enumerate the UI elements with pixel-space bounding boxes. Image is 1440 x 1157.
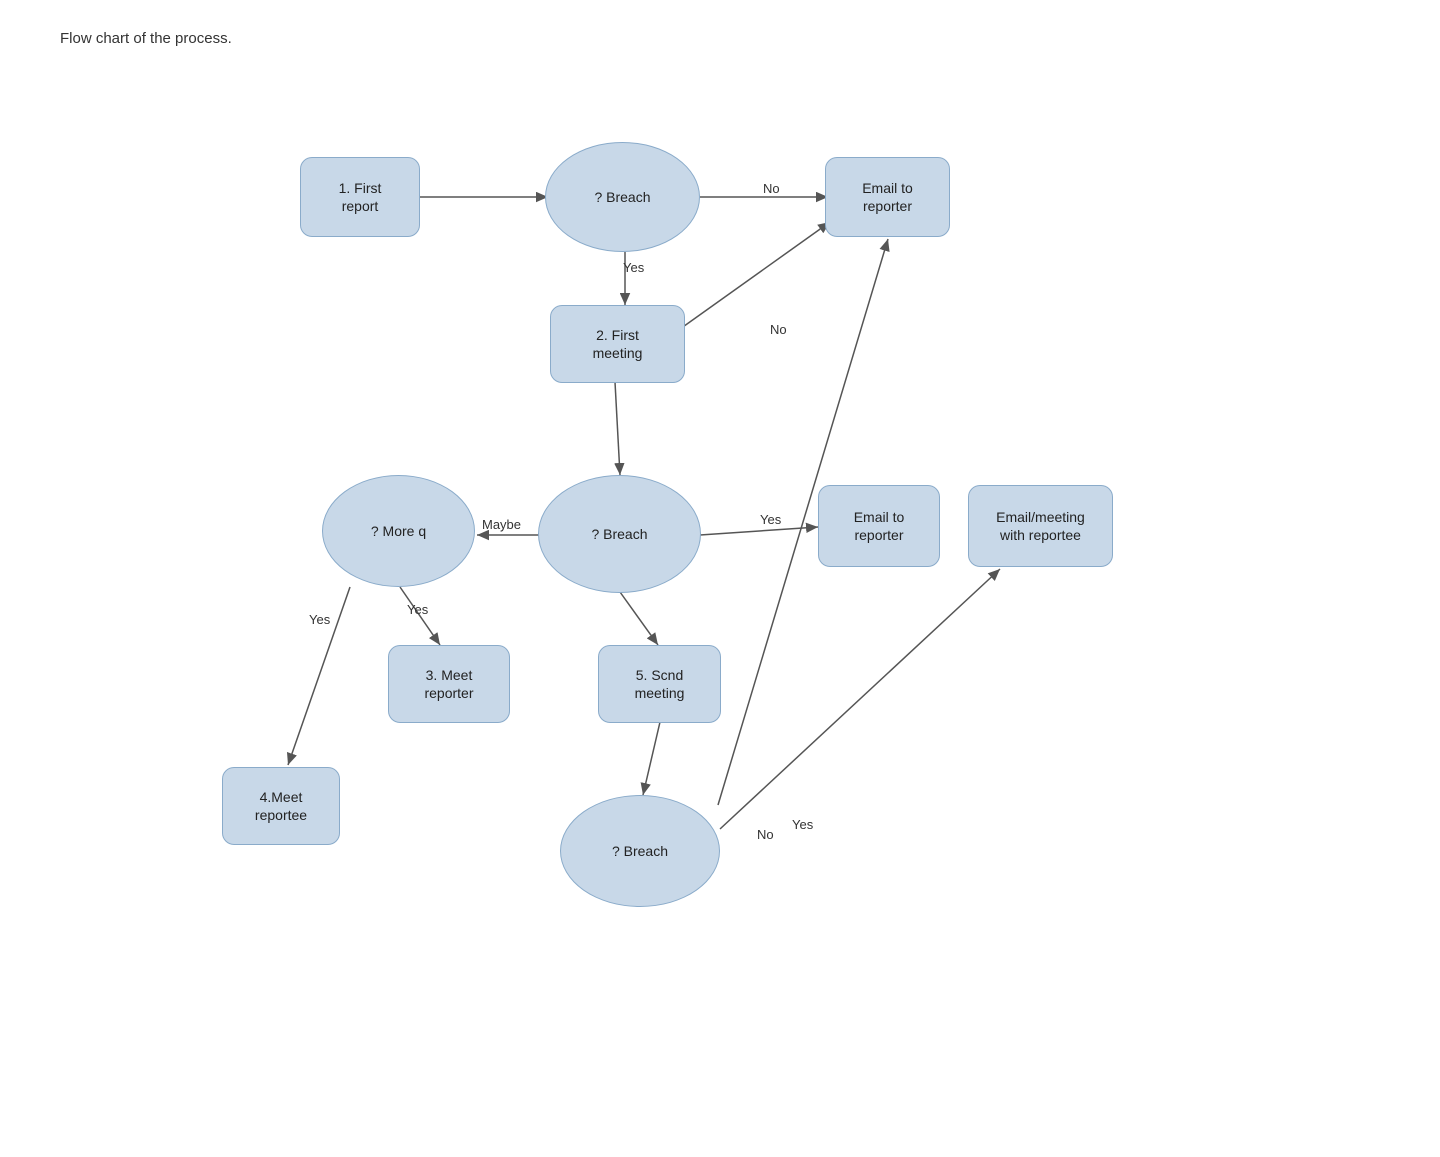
node-breach3: ? Breach	[560, 795, 720, 907]
node-first-meeting: 2. First meeting	[550, 305, 685, 383]
label-no3: No	[757, 827, 774, 842]
label-maybe: Maybe	[482, 517, 521, 532]
node-first-report: 1. First report	[300, 157, 420, 237]
label-no2: No	[770, 322, 787, 337]
label-yes1: Yes	[623, 260, 644, 275]
node-breach1: ? Breach	[545, 142, 700, 252]
label-yes6: Yes	[792, 817, 813, 832]
node-email-meeting-reportee: Email/meeting with reportee	[968, 485, 1113, 567]
node-breach2: ? Breach	[538, 475, 701, 593]
node-scnd-meeting: 5. Scnd meeting	[598, 645, 721, 723]
page: Flow chart of the process.	[0, 0, 1440, 1157]
label-yes3: Yes	[760, 512, 781, 527]
label-yes-left: Yes	[309, 612, 330, 627]
node-email-reporter2: Email to reporter	[818, 485, 940, 567]
node-email-reporter1: Email to reporter	[825, 157, 950, 237]
flowchart: No Yes No Yes Maybe Yes Yes No Yes 1. Fi…	[170, 67, 1270, 1127]
node-meet-reporter: 3. Meet reporter	[388, 645, 510, 723]
label-no1: No	[763, 181, 780, 196]
node-meet-reportee: 4.Meet reportee	[222, 767, 340, 845]
label-yes4: Yes	[407, 602, 428, 617]
page-title: Flow chart of the process.	[60, 30, 1380, 47]
node-more-q: ? More q	[322, 475, 475, 587]
